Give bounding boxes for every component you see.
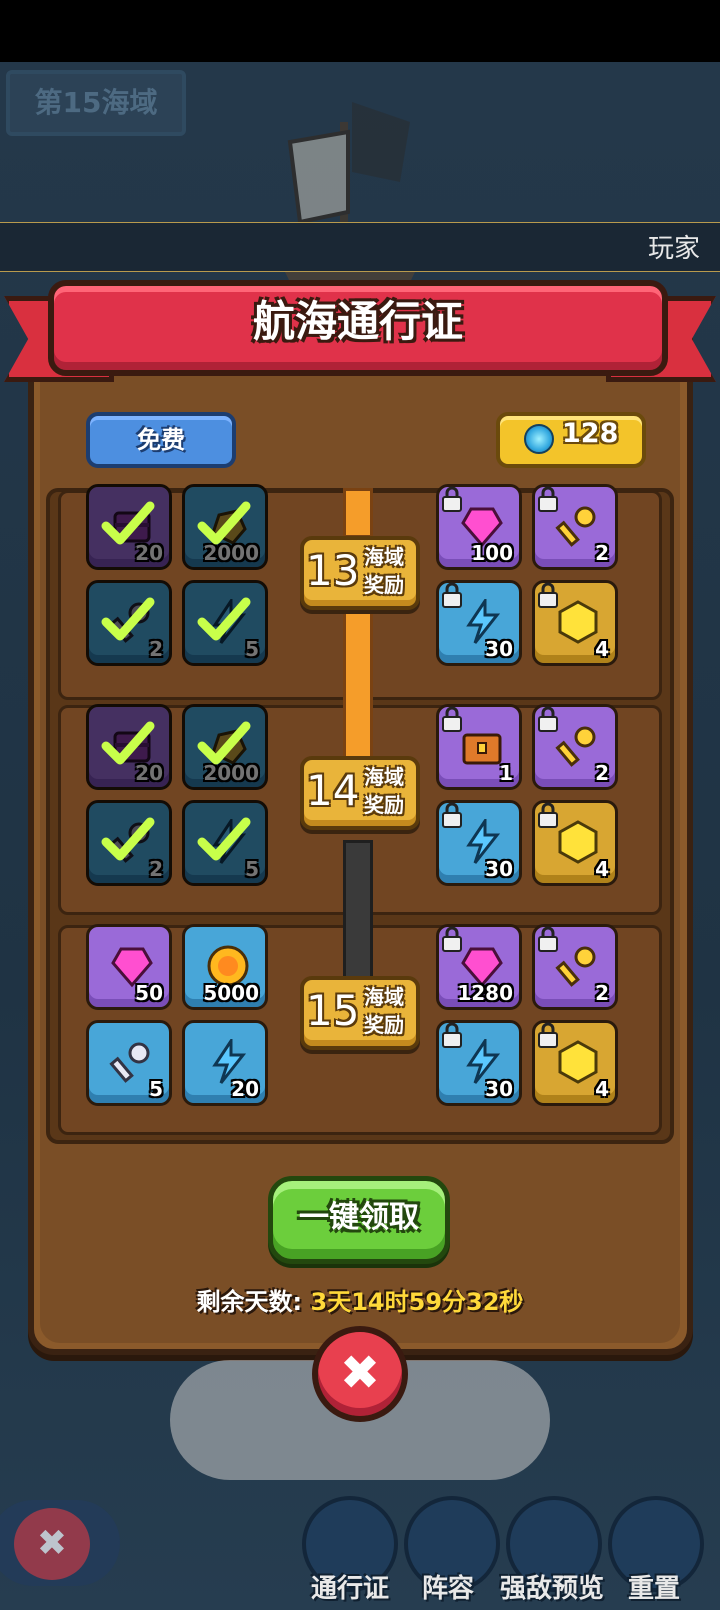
remaining-time: 剩余天数: 3天14时59分32秒 xyxy=(0,1282,720,1317)
free-reward-slot[interactable]: 5 xyxy=(86,1020,172,1106)
check-icon xyxy=(197,501,251,545)
player-label[interactable]: 玩家 xyxy=(648,228,700,265)
locked-overlay xyxy=(436,924,466,954)
claimed-overlay xyxy=(86,580,172,666)
reward-quantity: 5000 xyxy=(203,981,259,1005)
check-icon xyxy=(197,597,251,641)
locked-overlay xyxy=(436,704,466,734)
close-button[interactable]: ✖ xyxy=(312,1326,408,1422)
free-reward-slot[interactable]: 20 xyxy=(182,1020,268,1106)
remaining-label: 剩余天数: xyxy=(196,1288,303,1316)
reward-quantity: 2 xyxy=(595,761,609,785)
tier-label-sea: 海域 xyxy=(364,765,404,789)
locked-overlay xyxy=(436,1020,466,1050)
nav-reset-label[interactable]: 重置 xyxy=(584,1568,720,1605)
reward-quantity: 30 xyxy=(485,857,513,881)
claim-all-button[interactable]: 一键领取 xyxy=(268,1176,450,1264)
tier-label-reward: 奖励 xyxy=(364,573,404,597)
sea-region-label: 第15海域 xyxy=(6,70,186,136)
reward-quantity: 4 xyxy=(595,637,609,661)
locked-overlay xyxy=(436,800,466,830)
check-icon xyxy=(101,501,155,545)
lock-icon xyxy=(442,706,462,732)
reward-quantity: 30 xyxy=(485,1077,513,1101)
claimed-overlay xyxy=(182,704,268,790)
tier-label-reward: 奖励 xyxy=(364,793,404,817)
reward-quantity: 1280 xyxy=(457,981,513,1005)
tier-label-sea: 海域 xyxy=(364,545,404,569)
claimed-overlay xyxy=(86,704,172,790)
tier-level: 15 xyxy=(306,986,360,1035)
tier-label-sea: 海域 xyxy=(364,985,404,1009)
lock-icon xyxy=(538,486,558,512)
reward-quantity: 4 xyxy=(595,857,609,881)
status-bar xyxy=(0,0,720,62)
reward-quantity: 5 xyxy=(149,1077,163,1101)
reward-quantity: 2 xyxy=(595,981,609,1005)
reward-quantity: 2 xyxy=(595,541,609,565)
claimed-overlay xyxy=(182,800,268,886)
lock-icon xyxy=(538,1022,558,1048)
progress-bar-14 xyxy=(343,610,373,780)
paid-value: 128 xyxy=(562,418,619,449)
pass-title: 航海通行证 xyxy=(252,297,463,346)
lock-icon xyxy=(538,582,558,608)
lock-icon xyxy=(442,926,462,952)
reward-quantity: 50 xyxy=(135,981,163,1005)
free-tab: 免费 xyxy=(86,412,236,468)
locked-overlay xyxy=(436,484,466,514)
locked-overlay xyxy=(532,484,562,514)
top-banner xyxy=(0,222,720,272)
progress-bar-13 xyxy=(343,488,373,538)
free-reward-slot[interactable]: 5000 xyxy=(182,924,268,1010)
reward-quantity: 100 xyxy=(471,541,513,565)
gem-icon xyxy=(524,424,554,454)
check-icon xyxy=(101,721,155,765)
locked-overlay xyxy=(532,580,562,610)
reward-quantity: 4 xyxy=(595,1077,609,1101)
check-icon xyxy=(197,817,251,861)
locked-overlay xyxy=(436,580,466,610)
tier-level: 14 xyxy=(306,766,360,815)
locked-overlay xyxy=(532,800,562,830)
tier-level: 13 xyxy=(306,546,360,595)
reward-quantity: 1 xyxy=(499,761,513,785)
lock-icon xyxy=(442,802,462,828)
lock-icon xyxy=(442,486,462,512)
free-reward-slot[interactable]: 50 xyxy=(86,924,172,1010)
locked-overlay xyxy=(532,924,562,954)
lock-icon xyxy=(538,802,558,828)
claimed-overlay xyxy=(86,484,172,570)
lock-icon xyxy=(538,706,558,732)
claimed-overlay xyxy=(182,484,268,570)
lock-icon xyxy=(442,1022,462,1048)
locked-overlay xyxy=(532,1020,562,1050)
reward-quantity: 30 xyxy=(485,637,513,661)
claimed-overlay xyxy=(86,800,172,886)
lock-icon xyxy=(442,582,462,608)
check-icon xyxy=(101,817,155,861)
lock-icon xyxy=(538,926,558,952)
tier-label-reward: 奖励 xyxy=(364,1013,404,1037)
check-icon xyxy=(197,721,251,765)
remaining-value: 3天14时59分32秒 xyxy=(310,1288,524,1316)
check-icon xyxy=(101,597,155,641)
close-icon[interactable]: ✖ xyxy=(14,1508,90,1580)
reward-quantity: 20 xyxy=(231,1077,259,1101)
locked-overlay xyxy=(532,704,562,734)
claimed-overlay xyxy=(182,580,268,666)
